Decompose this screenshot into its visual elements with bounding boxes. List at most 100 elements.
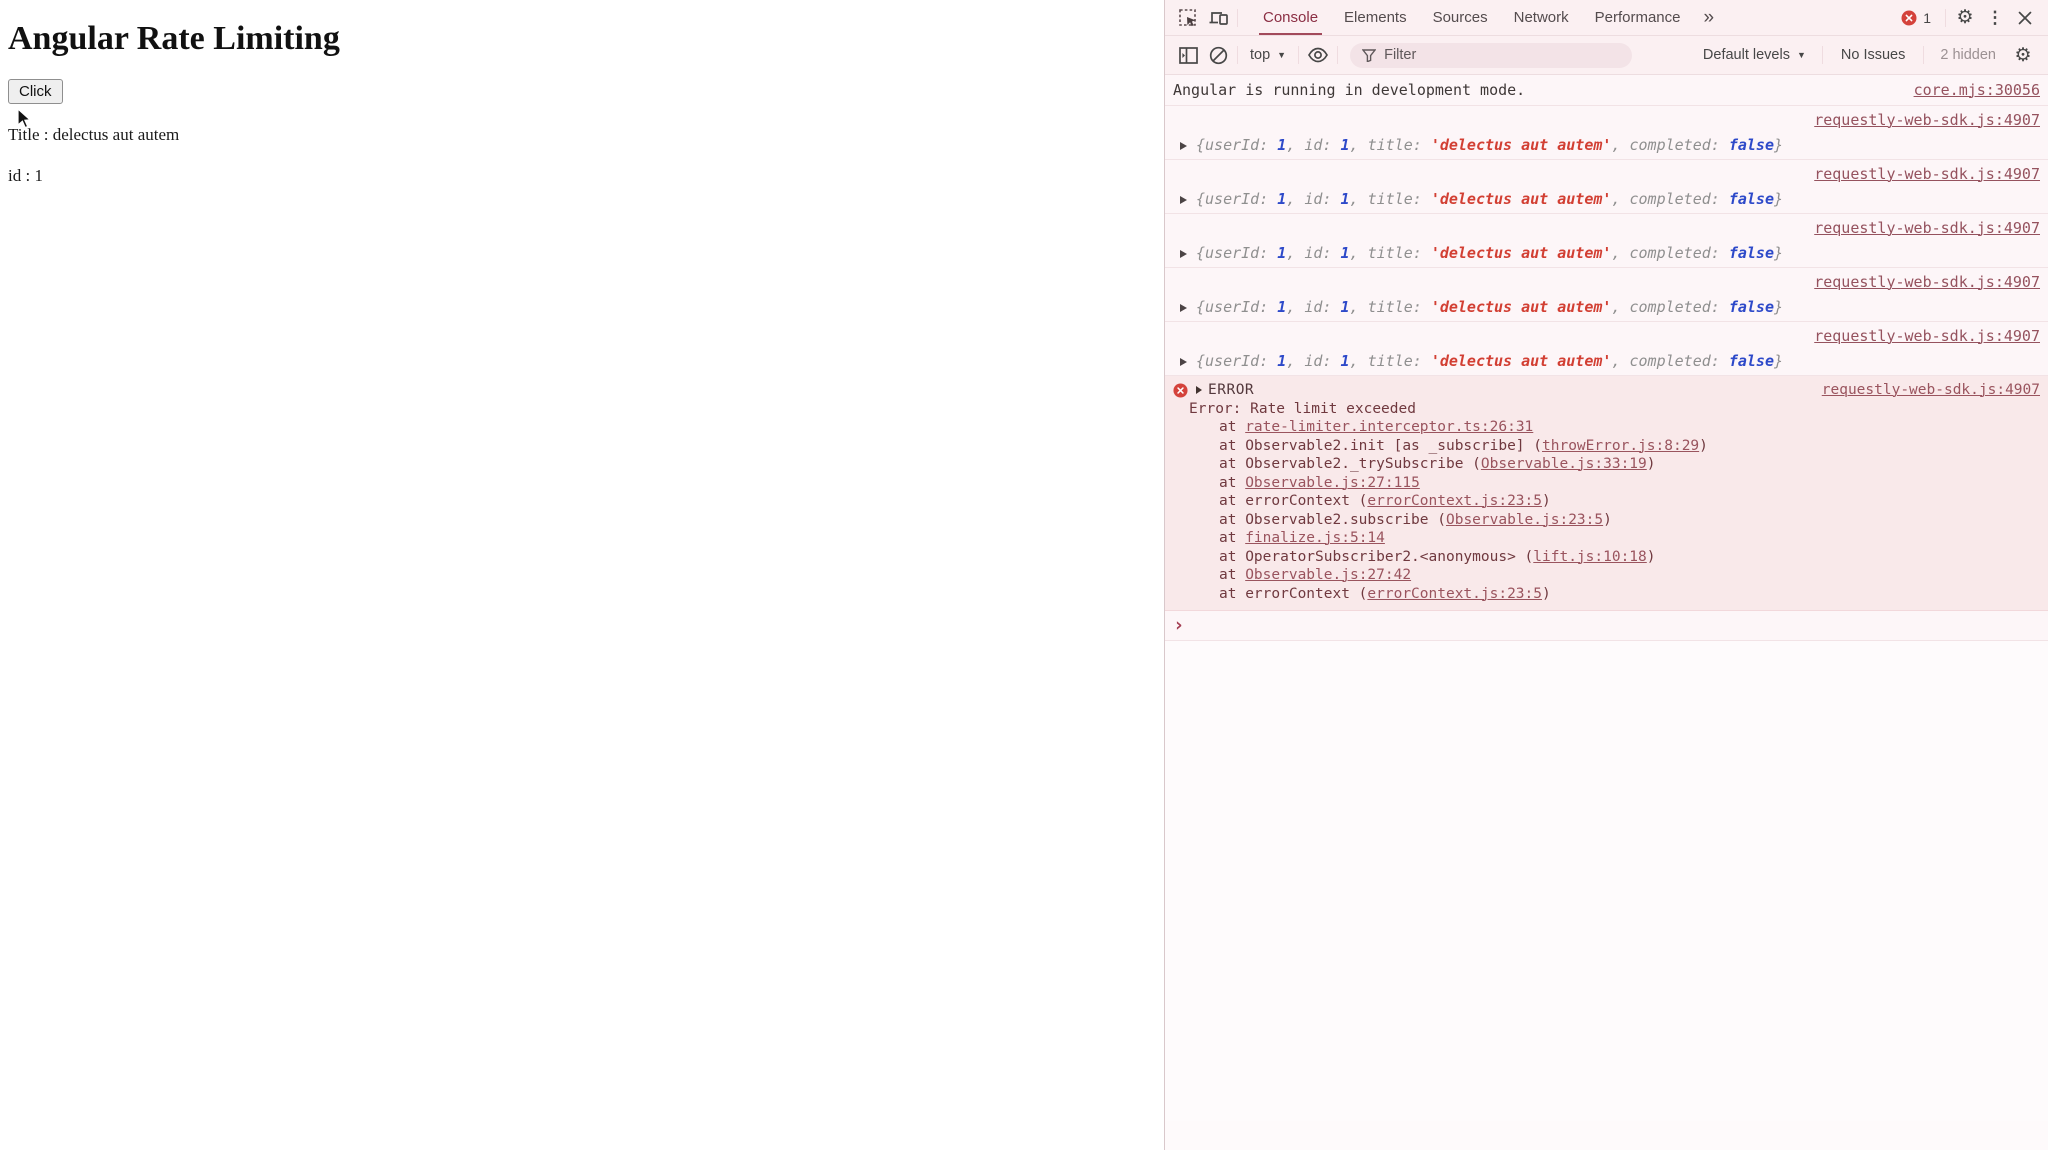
expand-triangle-icon[interactable] [1196,386,1202,395]
tab-performance[interactable]: Performance [1582,0,1694,35]
stack-pre: at errorContext ( [1219,493,1368,509]
prompt-chevron-icon: › [1173,614,1185,636]
stack-link[interactable]: Observable.js:27:115 [1245,475,1420,491]
page-title: Angular Rate Limiting [8,20,340,57]
stack-link[interactable]: errorContext.js:23:5 [1367,493,1542,509]
click-button[interactable]: Click [8,79,63,104]
stack-pre: at [1219,530,1246,546]
console-log-row: requestly-web-sdk.js:4907 {userId: 1, id… [1165,268,2048,322]
app-page: Angular Rate Limiting Click Title : dele… [0,0,1164,1150]
expand-triangle-icon[interactable] [1180,195,1187,204]
live-expression-eye-icon[interactable] [1303,42,1333,68]
expand-triangle-icon[interactable] [1180,303,1187,312]
tab-elements[interactable]: Elements [1331,0,1420,35]
divider [1945,8,1946,27]
stack-frame: at Observable2.subscribe (Observable.js:… [1173,511,2040,530]
console-sidebar-icon[interactable] [1173,42,1203,68]
stack-pre: at [1219,419,1246,435]
source-link[interactable]: core.mjs:30056 [1914,79,2040,101]
error-label: ERROR [1208,382,1255,398]
clear-console-icon[interactable] [1203,42,1233,68]
stack-post: ) [1699,437,1708,454]
divider [1337,46,1339,64]
stack-link[interactable]: Observable.js:27:42 [1245,567,1411,583]
stack-post: ) [1646,548,1656,565]
chevron-down-icon: ▼ [1796,50,1806,60]
object-preview: {userId: 1, id: 1, title: 'delectus aut … [1196,298,1784,316]
tab-network[interactable]: Network [1501,0,1582,35]
source-link[interactable]: requestly-web-sdk.js:4907 [1814,111,2040,129]
stack-post: ) [1603,511,1612,528]
context-selector[interactable]: top ▼ [1242,47,1294,63]
source-link[interactable]: requestly-web-sdk.js:4907 [1814,219,2040,237]
funnel-icon [1362,48,1377,62]
stack-link[interactable]: Observable.js:33:19 [1481,456,1647,472]
filter-input[interactable]: Filter [1350,42,1633,68]
console-prompt[interactable]: › [1165,611,2048,641]
stack-frame: at Observable.js:27:115 [1173,474,2040,493]
inspect-element-icon[interactable] [1173,4,1203,32]
stack-pre: at OperatorSubscriber2.<anonymous> ( [1219,548,1534,565]
console-info-message: Angular is running in development mode. … [1165,75,2048,106]
error-count: 1 [1923,9,1931,26]
divider [1237,46,1238,64]
error-count-badge[interactable]: 1 [1901,10,1931,26]
more-tabs-icon[interactable]: » [1694,7,1725,29]
settings-gear-icon[interactable]: ⚙ [1950,4,1980,32]
log-container: requestly-web-sdk.js:4907 {userId: 1, id… [1165,106,2048,376]
expand-triangle-icon[interactable] [1180,249,1187,258]
console-empty-area[interactable] [1165,641,2048,1121]
devtools-tabbar: Console Elements Sources Network Perform… [1165,0,2048,36]
stack-frame: at finalize.js:5:14 [1173,529,2040,548]
divider [1821,46,1823,64]
close-devtools-icon[interactable] [2010,4,2040,32]
devtools-panel: Console Elements Sources Network Perform… [1164,0,2048,1150]
stack-frame: at errorContext (errorContext.js:23:5) [1173,492,2040,511]
stack-pre: at [1219,567,1246,583]
console-log-row: requestly-web-sdk.js:4907 {userId: 1, id… [1165,160,2048,214]
stack-link[interactable]: Observable.js:23:5 [1446,512,1603,528]
source-link[interactable]: requestly-web-sdk.js:4907 [1814,273,2040,291]
stack-frame: at OperatorSubscriber2.<anonymous> (lift… [1173,548,2040,567]
message-text: Angular is running in development mode. [1173,81,1526,99]
console-settings-gear-icon[interactable]: ⚙ [2008,42,2038,68]
stack-frame: at Observable.js:27:42 [1173,566,2040,585]
filter-placeholder: Filter [1384,47,1417,63]
tab-console[interactable]: Console [1250,0,1331,35]
error-circle-icon [1173,383,1188,398]
stack-post: ) [1542,585,1551,602]
stack-post: ) [1646,456,1656,472]
source-link[interactable]: requestly-web-sdk.js:4907 [1814,165,2040,183]
divider [1237,8,1238,27]
stack-post: ) [1542,493,1551,509]
stack-pre: at Observable2.init [as _subscribe] ( [1219,437,1543,454]
stack-link[interactable]: rate-limiter.interceptor.ts:26:31 [1245,419,1533,435]
hidden-messages-count[interactable]: 2 hidden [1930,47,2006,63]
stack-link[interactable]: errorContext.js:23:5 [1367,586,1542,602]
kebab-menu-icon[interactable]: ⋮ [1980,4,2010,32]
stack-link[interactable]: lift.js:10:18 [1533,549,1647,565]
object-preview: {userId: 1, id: 1, title: 'delectus aut … [1196,136,1784,154]
stack-link[interactable]: throwError.js:8:29 [1542,438,1699,454]
console-log-row: requestly-web-sdk.js:4907 {userId: 1, id… [1165,106,2048,160]
source-link[interactable]: requestly-web-sdk.js:4907 [1814,327,2040,345]
divider [1298,46,1300,64]
stack-frame: at rate-limiter.interceptor.ts:26:31 [1173,418,2040,437]
stack-pre: at errorContext ( [1219,585,1368,602]
log-levels-dropdown[interactable]: Default levels ▼ [1693,47,1816,63]
source-link[interactable]: requestly-web-sdk.js:4907 [1822,381,2040,400]
context-selector-value: top [1250,47,1271,63]
stack-link[interactable]: finalize.js:5:14 [1245,530,1385,546]
todo-title-text: Title : delectus aut autem [8,125,180,144]
expand-triangle-icon[interactable] [1180,357,1187,366]
error-message-text: Error: Rate limit exceeded [1189,400,1416,417]
object-preview: {userId: 1, id: 1, title: 'delectus aut … [1196,352,1784,370]
expand-triangle-icon[interactable] [1180,141,1187,150]
tab-sources[interactable]: Sources [1420,0,1501,35]
object-preview: {userId: 1, id: 1, title: 'delectus aut … [1196,244,1784,262]
stack-trace: at rate-limiter.interceptor.ts:26:31 at … [1173,418,2040,603]
stack-pre: at Observable2._trySubscribe ( [1219,456,1481,472]
stack-pre: at [1219,474,1246,491]
device-toolbar-icon[interactable] [1203,4,1233,32]
issues-counter[interactable]: No Issues [1829,47,1917,63]
